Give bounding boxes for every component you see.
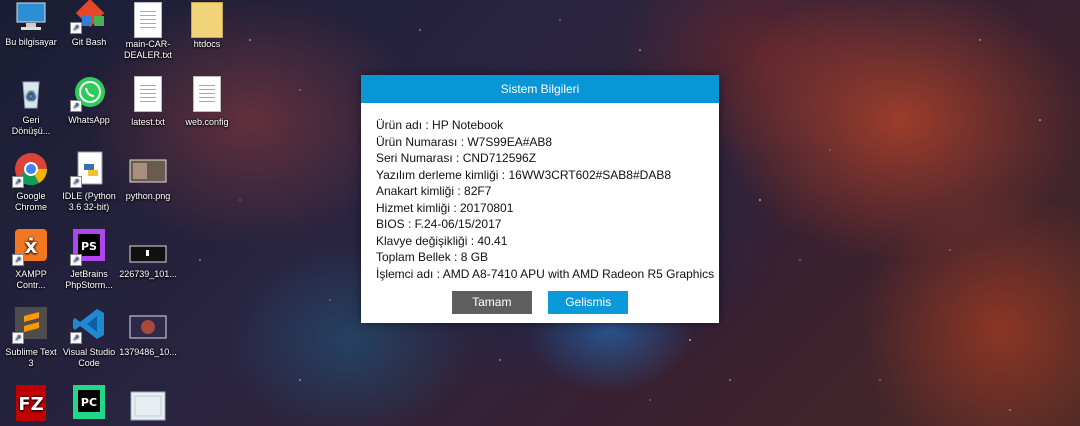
computer-icon (12, 0, 50, 34)
desktop-icon-226739-image[interactable]: 226739_101... (117, 228, 179, 280)
info-serial-number: Seri Numarası : CND712596Z (376, 151, 537, 165)
file-icon (188, 76, 226, 114)
svg-text:♻: ♻ (26, 89, 37, 103)
desktop-icon-python-png[interactable]: python.png (117, 150, 179, 202)
info-processor: İşlemci adı : AMD A8-7410 APU with AMD R… (376, 266, 715, 281)
desktop-icon-label: WhatsApp (68, 115, 110, 125)
desktop-icon-1379486-image[interactable]: 1379486_10... (117, 306, 179, 358)
info-service-id: Hizmet kimliği : 20170801 (376, 200, 514, 215)
desktop-icon-label: Google Chrome (14, 191, 47, 212)
desktop: Bu bilgisayar ↗ Git Bash main-CAR- DEALE… (0, 0, 1080, 426)
desktop-icon-latest-txt[interactable]: latest.txt (117, 74, 179, 128)
info-product-number: Ürün Numarası : W7S99EA#AB8 (376, 134, 553, 149)
desktop-icon-image[interactable] (117, 384, 179, 425)
image-file-icon (129, 384, 167, 422)
desktop-icon-label: python.png (125, 191, 171, 201)
git-icon: ↗ (70, 0, 108, 34)
system-info-dialog: Sistem Bilgileri Ürün adı : HP Notebook … (361, 75, 719, 323)
desktop-icon-phpstorm[interactable]: PS ↗ JetBrains PhpStorm... (58, 228, 120, 291)
desktop-icon-label: XAMPP Contr... (15, 269, 47, 290)
folder-icon (188, 2, 226, 38)
desktop-icon-label: JetBrains PhpStorm... (65, 269, 113, 290)
shortcut-arrow-icon: ↗ (70, 22, 82, 34)
shortcut-arrow-icon: ↗ (70, 100, 82, 112)
shortcut-arrow-icon: ↗ (70, 176, 82, 188)
desktop-icon-label: Geri Dönüşü... (11, 115, 51, 136)
python-idle-icon: ↗ (70, 150, 108, 188)
xampp-icon: ẋ ↗ (12, 228, 50, 266)
desktop-icon-web-config[interactable]: web.config (176, 74, 238, 128)
desktop-icon-this-pc[interactable]: Bu bilgisayar (0, 0, 62, 48)
svg-text:ẋ: ẋ (25, 234, 38, 258)
desktop-icon-git-bash[interactable]: ↗ Git Bash (58, 0, 120, 48)
desktop-icon-label: latest.txt (131, 117, 165, 127)
desktop-icon-label: Git Bash (71, 37, 107, 47)
shortcut-arrow-icon: ↗ (70, 254, 82, 266)
shortcut-arrow-icon: ↗ (12, 332, 24, 344)
recycle-bin-icon: ♻ (12, 74, 50, 112)
info-keyboard-revision: Klavye değişikliği : 40.41 (376, 233, 508, 248)
desktop-icon-idle-python[interactable]: ↗ IDLE (Python 3.6 32-bit) (58, 150, 120, 213)
desktop-icon-label: 1379486_10... (119, 347, 177, 357)
desktop-icon-label: htdocs (193, 39, 221, 49)
shortcut-arrow-icon: ↗ (12, 176, 24, 188)
dialog-title: Sistem Bilgileri (361, 75, 719, 103)
pycharm-icon: PC (70, 384, 108, 422)
info-bios: BIOS : F.24-06/15/2017 (376, 217, 502, 231)
desktop-icon-label: main-CAR- DEALER.txt (123, 39, 172, 60)
image-file-icon (129, 306, 167, 344)
sublime-icon: ↗ (12, 306, 50, 344)
chrome-icon: ↗ (12, 150, 50, 188)
info-product-name: Ürün adı : HP Notebook (376, 118, 504, 132)
desktop-icon-label: Sublime Text 3 (5, 347, 57, 368)
desktop-icon-vscode[interactable]: ↗ Visual Studio Code (58, 306, 120, 369)
filezilla-icon: FZ (12, 384, 50, 422)
desktop-icon-sublime-text[interactable]: ↗ Sublime Text 3 (0, 306, 62, 369)
desktop-icon-htdocs[interactable]: htdocs (176, 0, 238, 50)
image-file-icon (129, 150, 167, 188)
shortcut-arrow-icon: ↗ (70, 332, 82, 344)
info-build-id: Yazılım derleme kimliği : 16WW3CRT602#SA… (376, 167, 671, 182)
desktop-icon-google-chrome[interactable]: ↗ Google Chrome (0, 150, 62, 213)
desktop-icon-pycharm[interactable]: PC (58, 384, 120, 425)
info-motherboard-id: Anakart kimliği : 82F7 (376, 184, 492, 198)
vscode-icon: ↗ (70, 306, 108, 344)
ok-button[interactable]: Tamam (451, 291, 532, 314)
svg-text:FZ: FZ (18, 394, 43, 415)
shortcut-arrow-icon: ↗ (12, 254, 24, 266)
desktop-icon-recycle-bin[interactable]: ♻ Geri Dönüşü... (0, 74, 62, 137)
dialog-buttons: Tamam Gelismis (361, 291, 719, 314)
desktop-icon-filezilla[interactable]: FZ (0, 384, 62, 425)
whatsapp-icon: ↗ (70, 74, 108, 112)
desktop-icon-label: 226739_101... (119, 269, 177, 279)
svg-text:PS: PS (81, 240, 97, 253)
desktop-icon-label: IDLE (Python 3.6 32-bit) (62, 191, 116, 212)
desktop-icon-main-car-dealer[interactable]: main-CAR- DEALER.txt (117, 0, 179, 61)
info-total-memory: Toplam Bellek : 8 GB (376, 250, 489, 264)
phpstorm-icon: PS ↗ (70, 228, 108, 266)
text-file-icon (129, 76, 167, 114)
desktop-icon-xampp[interactable]: ẋ ↗ XAMPP Contr... (0, 228, 62, 291)
desktop-icon-label: Visual Studio Code (62, 347, 116, 368)
image-file-icon (129, 228, 167, 266)
text-file-icon (129, 2, 167, 38)
advanced-button[interactable]: Gelismis (548, 291, 629, 314)
system-info-list: Ürün adı : HP Notebook Ürün Numarası : W… (361, 103, 719, 282)
desktop-icon-label: Bu bilgisayar (5, 37, 57, 47)
svg-text:PC: PC (81, 396, 97, 409)
desktop-icon-label: web.config (185, 117, 229, 127)
desktop-icon-whatsapp[interactable]: ↗ WhatsApp (58, 74, 120, 126)
